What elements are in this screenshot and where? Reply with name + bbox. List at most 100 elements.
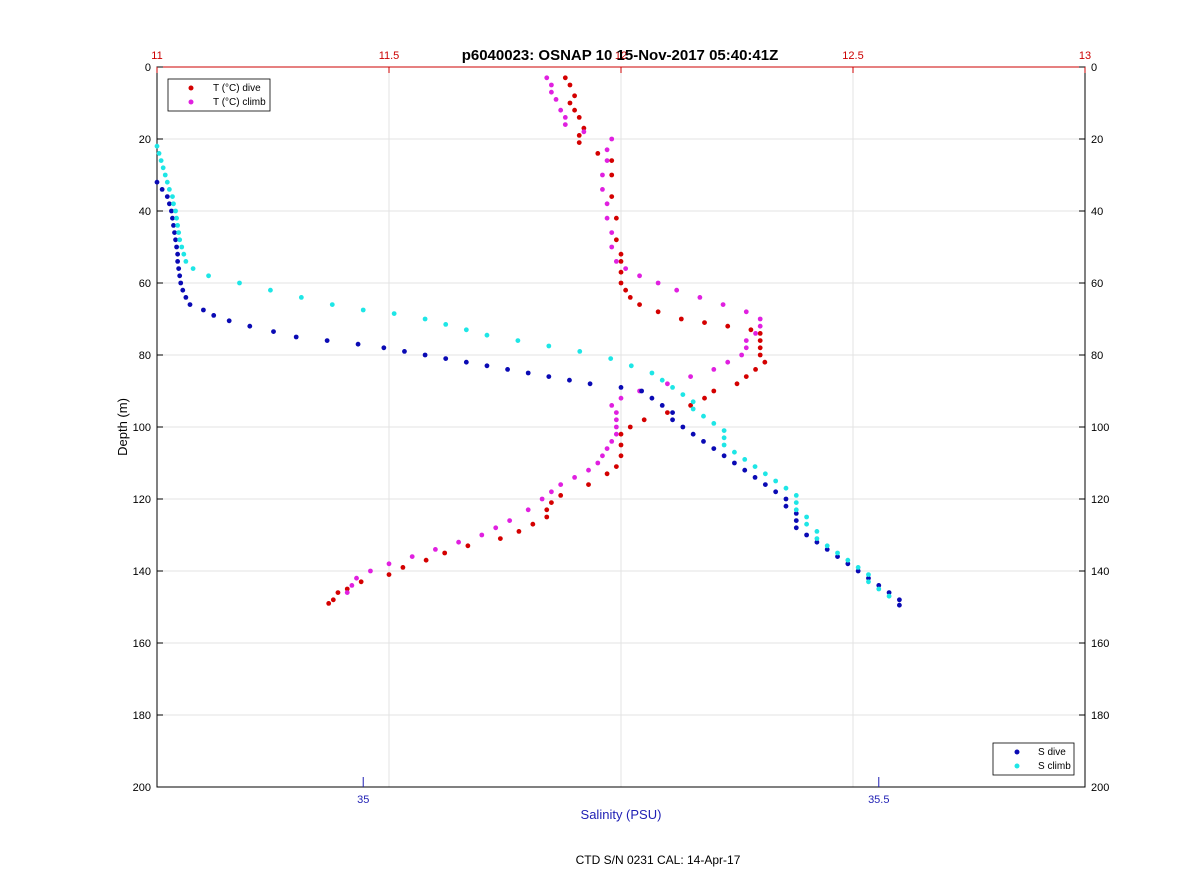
data-point-s-dive (897, 597, 902, 603)
data-point-s-dive (701, 439, 706, 444)
data-point-s-climb (670, 385, 675, 390)
data-point-s-climb (855, 565, 861, 570)
data-point-t-c-climb (562, 115, 568, 120)
data-point-s-dive (171, 223, 176, 228)
data-point-s-climb (298, 295, 304, 300)
data-point-s-climb (659, 377, 665, 383)
data-point-t-c-climb (386, 561, 392, 567)
data-point-t-c-dive (757, 345, 763, 351)
data-point-s-dive (525, 370, 531, 376)
data-point-s-climb (773, 478, 779, 484)
data-point-t-c-climb (553, 97, 559, 102)
data-point-t-c-dive (762, 359, 768, 365)
data-point-t-c-dive (609, 194, 615, 200)
data-point-t-c-climb (609, 244, 615, 250)
data-point-s-climb (162, 172, 168, 178)
y-tick-label: 40 (139, 206, 151, 218)
data-point-t-c-dive (748, 327, 754, 333)
data-point-t-c-climb (739, 352, 745, 358)
y-tick-label: 0 (145, 62, 151, 74)
data-point-s-climb (166, 187, 172, 192)
data-point-t-c-dive (330, 597, 336, 603)
data-point-t-c-climb (493, 525, 499, 531)
data-point-t-c-climb (507, 518, 513, 523)
data-point-t-c-dive (544, 514, 550, 520)
data-point-s-climb (181, 251, 187, 257)
data-point-t-c-climb (613, 410, 619, 415)
data-point-t-c-climb (600, 172, 605, 178)
data-point-s-dive (690, 431, 696, 437)
data-point-s-climb (463, 327, 469, 333)
y-tick-label-right: 20 (1091, 134, 1103, 146)
data-point-t-c-dive (567, 82, 573, 88)
data-point-t-c-dive (665, 410, 670, 415)
data-point-t-c-dive (497, 536, 503, 541)
data-point-s-dive (659, 403, 665, 408)
data-point-t-c-climb (604, 147, 610, 153)
data-point-s-dive (324, 338, 330, 343)
data-point-s-dive (670, 410, 675, 415)
data-point-s-climb (742, 457, 748, 462)
data-point-s-climb (206, 273, 211, 279)
data-point-s-climb (484, 332, 490, 338)
data-point-t-c-dive (567, 100, 573, 106)
y-tick-label: 80 (139, 350, 151, 362)
data-point-t-c-dive (572, 107, 577, 113)
grid (156, 66, 1086, 788)
data-point-s-dive (187, 302, 193, 307)
data-point-t-c-dive (757, 338, 763, 343)
data-point-s-dive (649, 395, 655, 401)
data-point-t-c-dive (618, 453, 624, 459)
legend-label-t-dive: T (°C) dive (213, 83, 261, 94)
data-point-t-c-dive (423, 557, 429, 563)
data-point-s-dive (762, 482, 768, 487)
legend-label-t-climb: T (°C) climb (213, 97, 266, 108)
data-point-t-c-climb (604, 158, 610, 164)
data-point-s-dive (166, 201, 172, 207)
data-point-s-dive (463, 359, 469, 365)
y-tick-label-right: 60 (1091, 278, 1103, 290)
data-point-t-c-climb (595, 460, 601, 466)
data-point-t-c-climb (604, 215, 610, 221)
y-tick-label-right: 160 (1091, 638, 1109, 650)
data-point-s-climb (171, 201, 176, 207)
data-point-t-c-climb (613, 259, 619, 264)
data-point-t-c-dive (641, 417, 647, 423)
x-top-tick-label: 11.5 (379, 50, 400, 62)
data-point-s-dive (402, 349, 407, 354)
data-point-s-climb (173, 208, 178, 214)
data-point-s-dive (247, 323, 253, 329)
y-tick-label-right: 140 (1091, 566, 1109, 578)
data-point-t-c-dive (757, 331, 763, 336)
data-point-s-dive (180, 287, 186, 293)
data-point-t-c-climb (757, 316, 763, 322)
data-point-s-dive (670, 417, 675, 423)
data-point-t-c-climb (623, 266, 629, 271)
data-point-s-dive (752, 475, 758, 480)
data-point-s-dive (183, 295, 189, 300)
y-tick-label: 180 (133, 710, 151, 722)
data-point-t-c-dive (335, 590, 341, 595)
x-top-tick-label: 11 (151, 50, 162, 62)
data-point-s-climb (175, 223, 181, 228)
data-point-t-c-climb (368, 568, 373, 574)
data-point-s-climb (762, 471, 768, 477)
y-tick-label-right: 40 (1091, 206, 1103, 218)
data-point-t-c-climb (549, 89, 554, 95)
data-point-s-climb (391, 311, 397, 316)
data-point-t-c-climb (558, 482, 564, 487)
data-point-s-dive (169, 208, 174, 214)
legend-marker-s-dive (1014, 749, 1020, 755)
data-point-t-c-climb (743, 345, 749, 351)
data-point-t-c-dive (562, 75, 568, 81)
data-point-t-c-climb (604, 201, 610, 207)
data-point-t-c-dive (613, 464, 619, 469)
data-point-s-climb (154, 143, 160, 149)
data-point-t-c-dive (609, 172, 615, 178)
data-point-s-climb (783, 485, 789, 491)
data-point-s-climb (804, 514, 809, 520)
data-point-t-c-dive (326, 601, 332, 606)
x-axis-label-bottom: Salinity (PSU) (581, 807, 662, 822)
data-point-s-climb (177, 237, 183, 243)
data-point-t-c-dive (627, 295, 633, 300)
